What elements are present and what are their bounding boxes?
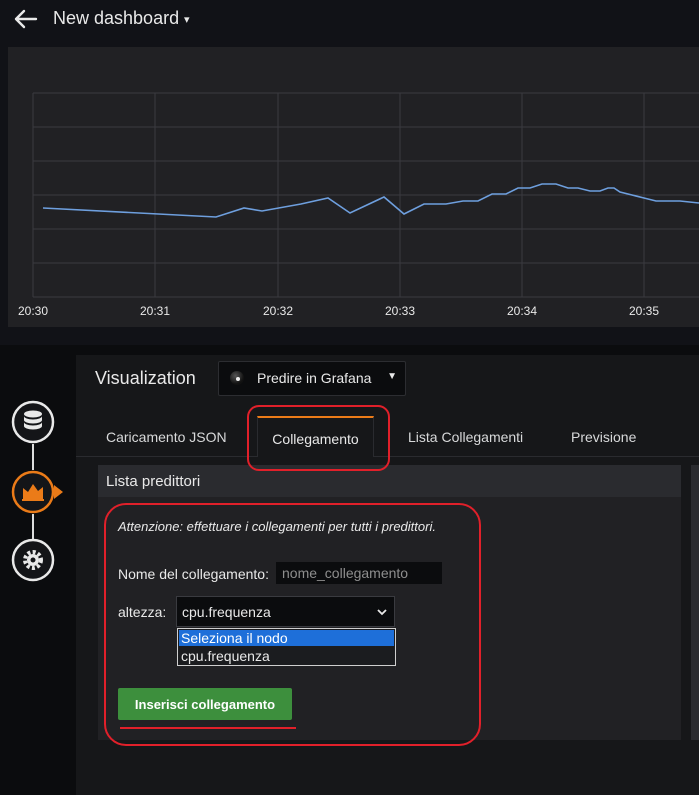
tab-caricamento-json[interactable]: Caricamento JSON xyxy=(106,429,227,445)
top-bar: New dashboard ▾ xyxy=(0,0,699,40)
panel-header: Lista predittori xyxy=(98,465,681,497)
side-connector xyxy=(32,514,34,540)
visualization-icon[interactable] xyxy=(11,470,63,514)
x-tick-label: 20:32 xyxy=(263,304,293,318)
settings-gear-icon[interactable] xyxy=(11,538,55,582)
side-connector xyxy=(32,444,34,470)
plugin-name: Predire in Grafana xyxy=(257,370,372,386)
plugin-logo-icon xyxy=(230,371,244,385)
time-series-graph: 20:30 20:31 20:32 20:33 20:34 20:35 xyxy=(18,92,699,318)
visualization-picker[interactable]: Predire in Grafana ▼ xyxy=(218,361,406,396)
x-tick-label: 20:33 xyxy=(385,304,415,318)
annotation-circle xyxy=(104,503,481,746)
x-tick-label: 20:31 xyxy=(140,304,170,318)
annotation-circle xyxy=(247,405,390,471)
annotation-underline xyxy=(120,727,296,729)
caret-down-icon[interactable]: ▾ xyxy=(184,13,190,26)
back-arrow-icon[interactable] xyxy=(12,8,38,30)
grid xyxy=(32,92,699,298)
visualization-label: Visualization xyxy=(95,368,196,388)
x-tick-label: 20:30 xyxy=(18,304,48,318)
dashboard-title[interactable]: New dashboard xyxy=(53,8,179,29)
database-icon[interactable] xyxy=(11,400,55,444)
tab-lista-collegamenti[interactable]: Lista Collegamenti xyxy=(408,429,523,445)
series-line xyxy=(42,183,699,218)
x-tick-label: 20:35 xyxy=(629,304,659,318)
side-panel-edge xyxy=(691,465,699,740)
tab-previsione[interactable]: Previsione xyxy=(571,429,636,445)
graph-panel: 20:30 20:31 20:32 20:33 20:34 20:35 xyxy=(8,47,699,327)
caret-down-icon: ▼ xyxy=(387,371,397,382)
x-tick-label: 20:34 xyxy=(507,304,537,318)
panel-title: Lista predittori xyxy=(106,473,201,490)
